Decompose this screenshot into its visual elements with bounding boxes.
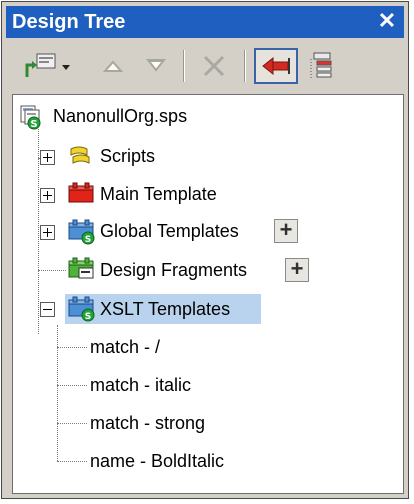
- close-icon[interactable]: ✕: [376, 8, 398, 34]
- tree-item-label: Scripts: [100, 146, 156, 166]
- design-tree-window: Design Tree ✕ S NanonullOrg.sps Scripts …: [1, 1, 409, 499]
- expand-icon[interactable]: [40, 150, 55, 165]
- window-title: Design Tree: [12, 11, 126, 33]
- tree-child-label: match - strong: [90, 413, 206, 433]
- add-component-icon: [25, 53, 70, 77]
- toggle-sidebar-button[interactable]: [254, 48, 298, 84]
- global-templates-icon: S: [68, 219, 95, 245]
- expand-icon[interactable]: [40, 225, 55, 240]
- tree-child-label: name - BoldItalic: [90, 451, 225, 471]
- tree-connector: [38, 129, 39, 334]
- title-bar: Design Tree ✕: [6, 6, 404, 38]
- main-template-icon: [68, 182, 94, 203]
- tree-panel: S NanonullOrg.sps Scripts Main Template: [12, 94, 404, 494]
- tree-root-label: NanonullOrg.sps: [53, 106, 188, 126]
- svg-text:S: S: [85, 312, 91, 322]
- add-design-fragment-button[interactable]: +: [285, 258, 309, 282]
- move-down-button[interactable]: [141, 48, 171, 84]
- svg-text:S: S: [85, 235, 91, 245]
- move-up-icon: [102, 60, 124, 72]
- tree-item-label: Global Templates: [100, 221, 239, 241]
- toolbar: [6, 42, 404, 90]
- move-up-button[interactable]: [98, 48, 128, 84]
- expand-icon[interactable]: [40, 188, 55, 203]
- design-fragments-icon: [68, 257, 94, 279]
- move-down-icon: [145, 59, 167, 72]
- tree-child-label: match - /: [90, 337, 161, 357]
- show-items-button[interactable]: [304, 48, 340, 84]
- remove-icon: [203, 55, 225, 77]
- add-component-button[interactable]: [20, 48, 74, 84]
- tree-item-label: Main Template: [100, 184, 217, 204]
- show-items-icon: [310, 52, 332, 78]
- tree-connector: [57, 461, 87, 462]
- toolbar-separator: [183, 50, 185, 82]
- tree-item-label: XSLT Templates: [100, 299, 231, 319]
- tree-connector: [57, 325, 58, 461]
- tree-connector: [57, 347, 87, 348]
- toggle-sidebar-icon: [262, 56, 290, 76]
- tree-child-label: match - italic: [90, 375, 192, 395]
- tree-item-label: Design Fragments: [100, 260, 248, 280]
- add-global-template-button[interactable]: +: [274, 219, 298, 243]
- toolbar-separator: [244, 50, 246, 82]
- sps-file-icon: S: [20, 105, 41, 130]
- collapse-icon[interactable]: [40, 302, 55, 317]
- tree-connector: [57, 385, 87, 386]
- scripts-icon: [70, 146, 90, 164]
- remove-button[interactable]: [196, 48, 232, 84]
- tree-connector: [38, 270, 66, 271]
- svg-text:S: S: [30, 119, 37, 130]
- tree-connector: [57, 423, 87, 424]
- xslt-templates-icon: S: [68, 296, 95, 322]
